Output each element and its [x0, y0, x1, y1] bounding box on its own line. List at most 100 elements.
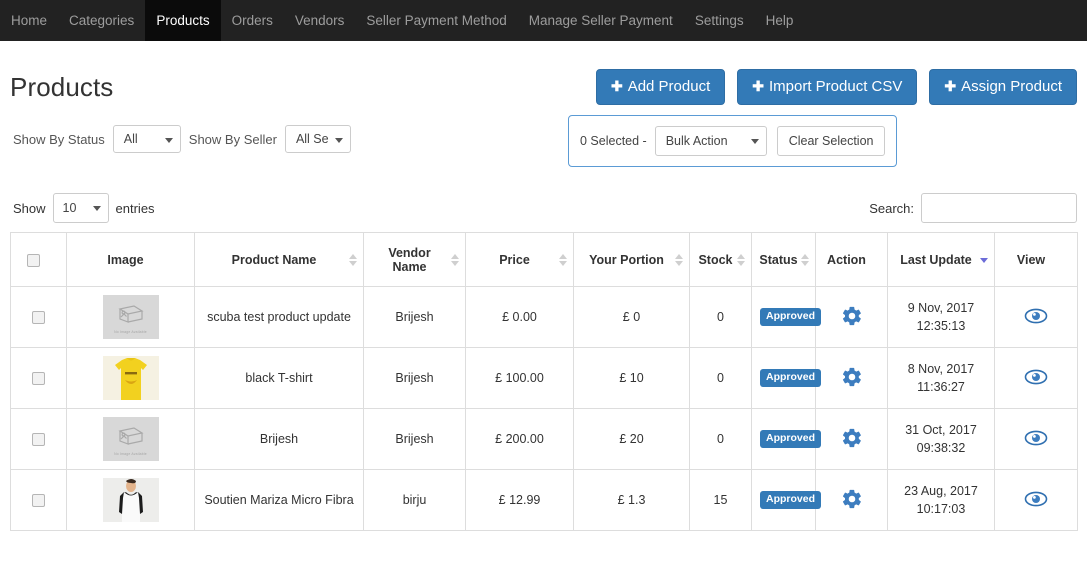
- nav-item-categories[interactable]: Categories: [58, 0, 145, 41]
- eye-icon[interactable]: [1024, 430, 1048, 446]
- stock-cell: 15: [689, 469, 752, 531]
- gear-icon[interactable]: [841, 305, 863, 327]
- status-cell: Approved: [751, 286, 822, 348]
- row-select-cell: [10, 286, 67, 348]
- product-thumbnail-image: [102, 356, 159, 400]
- placeholder-text: No Image Available: [114, 330, 147, 334]
- product-name-cell: black T-shirt: [194, 347, 364, 409]
- nav-label: Manage Seller Payment: [528, 12, 673, 28]
- status-cell: Approved: [751, 469, 822, 531]
- column-select-all: [10, 232, 67, 287]
- product-image-cell: [66, 469, 195, 531]
- last-update-date: 9 Nov, 2017: [907, 300, 975, 315]
- row-checkbox[interactable]: [32, 311, 45, 325]
- row-checkbox[interactable]: [32, 433, 45, 447]
- show-label: Show: [13, 200, 46, 216]
- column-your-portion[interactable]: Your Portion: [573, 232, 690, 287]
- table-controls: Show 10 entries Search:: [10, 187, 1077, 232]
- import-product-csv-button[interactable]: ✚ Import Product CSV: [737, 69, 918, 105]
- nav-item-manage-seller-payment[interactable]: Manage Seller Payment: [518, 0, 684, 41]
- nav-item-seller-payment-method[interactable]: Seller Payment Method: [355, 0, 517, 41]
- status-cell: Approved: [751, 408, 822, 470]
- vendor-name-cell: Brijesh: [363, 408, 466, 470]
- action-cell: [815, 469, 888, 531]
- nav-item-settings[interactable]: Settings: [684, 0, 755, 41]
- bulk-action-value: Bulk Action: [665, 134, 728, 148]
- last-update-cell: 31 Oct, 2017 09:38:32: [887, 408, 995, 470]
- column-price-label: Price: [499, 252, 530, 267]
- column-price[interactable]: Price: [465, 232, 574, 287]
- product-image-cell: No Image Available: [66, 286, 195, 348]
- products-table: Image Product Name Vendor Name Price You…: [10, 232, 1078, 531]
- placeholder-text: No Image Available: [114, 452, 147, 456]
- eye-icon[interactable]: [1024, 369, 1048, 385]
- show-entries-control: Show 10 entries: [13, 193, 155, 223]
- action-cell: [815, 347, 888, 409]
- column-last-update[interactable]: Last Update: [887, 232, 995, 287]
- product-name-cell: Brijesh: [194, 408, 364, 470]
- gear-icon[interactable]: [841, 488, 863, 510]
- sort-icon: [737, 253, 745, 267]
- stock-cell: 0: [689, 347, 752, 409]
- column-last-update-label: Last Update: [900, 252, 972, 267]
- add-product-button[interactable]: ✚ Add Product: [595, 69, 726, 105]
- show-by-seller-value: All Se: [295, 132, 329, 146]
- nav-item-orders[interactable]: Orders: [221, 0, 284, 41]
- eye-icon[interactable]: [1024, 491, 1048, 507]
- column-stock[interactable]: Stock: [689, 232, 752, 287]
- table-header-row: Image Product Name Vendor Name Price You…: [10, 232, 1078, 287]
- price-cell: £ 200.00: [465, 408, 574, 470]
- column-vendor-name[interactable]: Vendor Name: [363, 232, 466, 287]
- last-update-cell: 8 Nov, 2017 11:36:27: [887, 347, 995, 409]
- bulk-action-panel: 0 Selected - Bulk Action Clear Selection: [568, 115, 898, 167]
- entries-per-page-select[interactable]: 10: [52, 193, 109, 223]
- show-by-status-select[interactable]: All: [112, 125, 181, 153]
- sort-icon: [559, 253, 567, 267]
- import-product-csv-label: Import Product CSV: [768, 78, 903, 95]
- add-product-label: Add Product: [627, 78, 711, 95]
- column-product-name-label: Product Name: [231, 252, 317, 267]
- vendor-name-cell: Brijesh: [363, 286, 466, 348]
- your-portion-cell: £ 10: [573, 347, 690, 409]
- price-cell: £ 12.99: [465, 469, 574, 531]
- status-badge: Approved: [760, 430, 822, 448]
- filter-controls: Show By Status All Show By Seller All Se: [13, 125, 351, 153]
- nav-item-help[interactable]: Help: [755, 0, 805, 41]
- view-cell: [994, 408, 1078, 470]
- nav-item-products[interactable]: Products: [145, 0, 221, 41]
- product-name-cell: Soutien Mariza Micro Fibra: [194, 469, 364, 531]
- your-portion-cell: £ 1.3: [573, 469, 690, 531]
- your-portion-cell: £ 20: [573, 408, 690, 470]
- nav-label: Orders: [231, 12, 273, 28]
- row-checkbox[interactable]: [32, 372, 45, 386]
- price-cell: £ 0.00: [465, 286, 574, 348]
- column-stock-label: Stock: [698, 252, 733, 267]
- product-name-cell: scuba test product update: [194, 286, 364, 348]
- view-cell: [994, 286, 1078, 348]
- column-product-name[interactable]: Product Name: [194, 232, 364, 287]
- nav-item-home[interactable]: Home: [0, 0, 58, 41]
- gear-icon[interactable]: [841, 366, 863, 388]
- sort-icon: [451, 253, 459, 267]
- vendor-name-cell: birju: [363, 469, 466, 531]
- select-all-checkbox[interactable]: [27, 253, 40, 267]
- assign-product-button[interactable]: ✚ Assign Product: [929, 69, 1077, 105]
- plus-icon: ✚: [752, 78, 764, 94]
- row-checkbox[interactable]: [32, 494, 45, 508]
- nav-item-vendors[interactable]: Vendors: [284, 0, 356, 41]
- table-row: black T-shirt Brijesh £ 100.00 £ 10 0 Ap…: [10, 347, 1078, 409]
- clear-selection-button[interactable]: Clear Selection: [776, 126, 886, 156]
- last-update-date: 31 Oct, 2017: [905, 422, 977, 437]
- product-thumbnail-image: [102, 478, 159, 522]
- gear-icon[interactable]: [841, 427, 863, 449]
- product-image-cell: No Image Available: [66, 408, 195, 470]
- bulk-action-select[interactable]: Bulk Action: [654, 126, 767, 156]
- eye-icon[interactable]: [1024, 308, 1048, 324]
- sort-icon: [801, 253, 809, 267]
- search-input[interactable]: [921, 193, 1077, 223]
- show-by-seller-select[interactable]: All Se: [284, 125, 351, 153]
- view-cell: [994, 469, 1078, 531]
- nav-label: Settings: [694, 12, 744, 28]
- last-update-time: 12:35:13: [916, 319, 966, 333]
- column-status[interactable]: Status: [751, 232, 816, 287]
